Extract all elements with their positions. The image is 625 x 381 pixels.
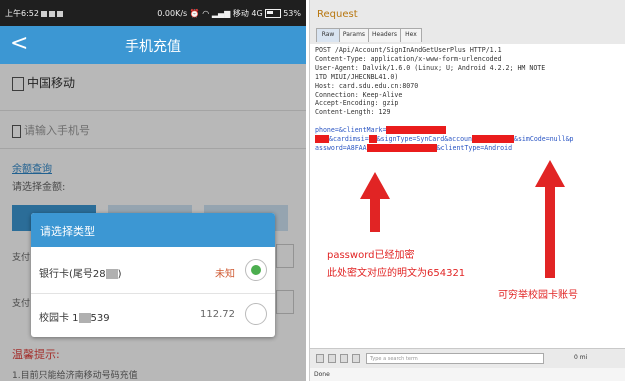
status-speed: 0.00K/s [157, 9, 188, 18]
request-panel: Request Raw Params Headers Hex POST /Api… [309, 0, 625, 381]
title-bar: < 手机充值 [0, 26, 306, 64]
notification-icon [40, 10, 47, 17]
notification-icon [48, 10, 55, 17]
search-input[interactable]: Type a search term [366, 353, 544, 364]
search-bar: Type a search term 0 mi [310, 348, 625, 368]
bank-card-option[interactable]: 银行卡(尾号28) 未知 [31, 249, 275, 294]
option-label: 银行卡(尾号28 [39, 269, 106, 280]
status-battery: 53% [283, 9, 301, 18]
redacted-digits [78, 313, 91, 323]
dialog-header: 请选择类型 [31, 213, 275, 247]
campus-card-option[interactable]: 校园卡 1 539 112.72 [31, 293, 275, 337]
annotation-password: password已经加密 [327, 250, 415, 261]
status-text: Done [310, 368, 625, 381]
status-bar: 上午6:52 0.00K/s ⏰ ◠ ▂▄▆ 移动 4G 53% [0, 0, 306, 26]
radio-selected[interactable] [245, 259, 267, 281]
previous-button[interactable] [328, 354, 336, 363]
arrow-up-icon [535, 160, 565, 278]
page-title: 手机充值 [125, 39, 181, 55]
option-balance: 112.72 [200, 309, 235, 320]
status-time: 上午6:52 [5, 9, 39, 18]
notification-icon [56, 10, 63, 17]
wifi-icon: ◠ [202, 9, 210, 18]
annotation-plaintext: 此处密文对应的明文为654321 [327, 268, 466, 279]
arrow-up-icon [360, 172, 390, 232]
annotation-account: 可穷举校园卡账号 [498, 290, 578, 301]
battery-icon [265, 9, 282, 18]
status-carrier: 移动 4G [232, 9, 263, 18]
option-label: 校园卡 1 [39, 313, 79, 324]
signal-icon: ▂▄▆ [211, 9, 231, 18]
select-type-dialog: 请选择类型 银行卡(尾号28) 未知 校园卡 1 539 112.72 [31, 213, 275, 337]
add-button[interactable] [340, 354, 348, 363]
option-label-suffix: 539 [90, 313, 110, 324]
help-button[interactable] [316, 354, 324, 363]
annotation-arrows [360, 160, 565, 278]
next-button[interactable] [352, 354, 360, 363]
radio-unselected[interactable] [245, 303, 267, 325]
phone-screen: 上午6:52 0.00K/s ⏰ ◠ ▂▄▆ 移动 4G 53% < 手机充值 … [0, 0, 306, 381]
dialog-title: 请选择类型 [40, 225, 95, 238]
alarm-icon: ⏰ [189, 9, 200, 18]
match-count: 0 mi [574, 354, 588, 361]
option-label-suffix: ) [117, 269, 122, 280]
redacted-digits [105, 269, 118, 279]
option-balance: 未知 [215, 269, 235, 280]
